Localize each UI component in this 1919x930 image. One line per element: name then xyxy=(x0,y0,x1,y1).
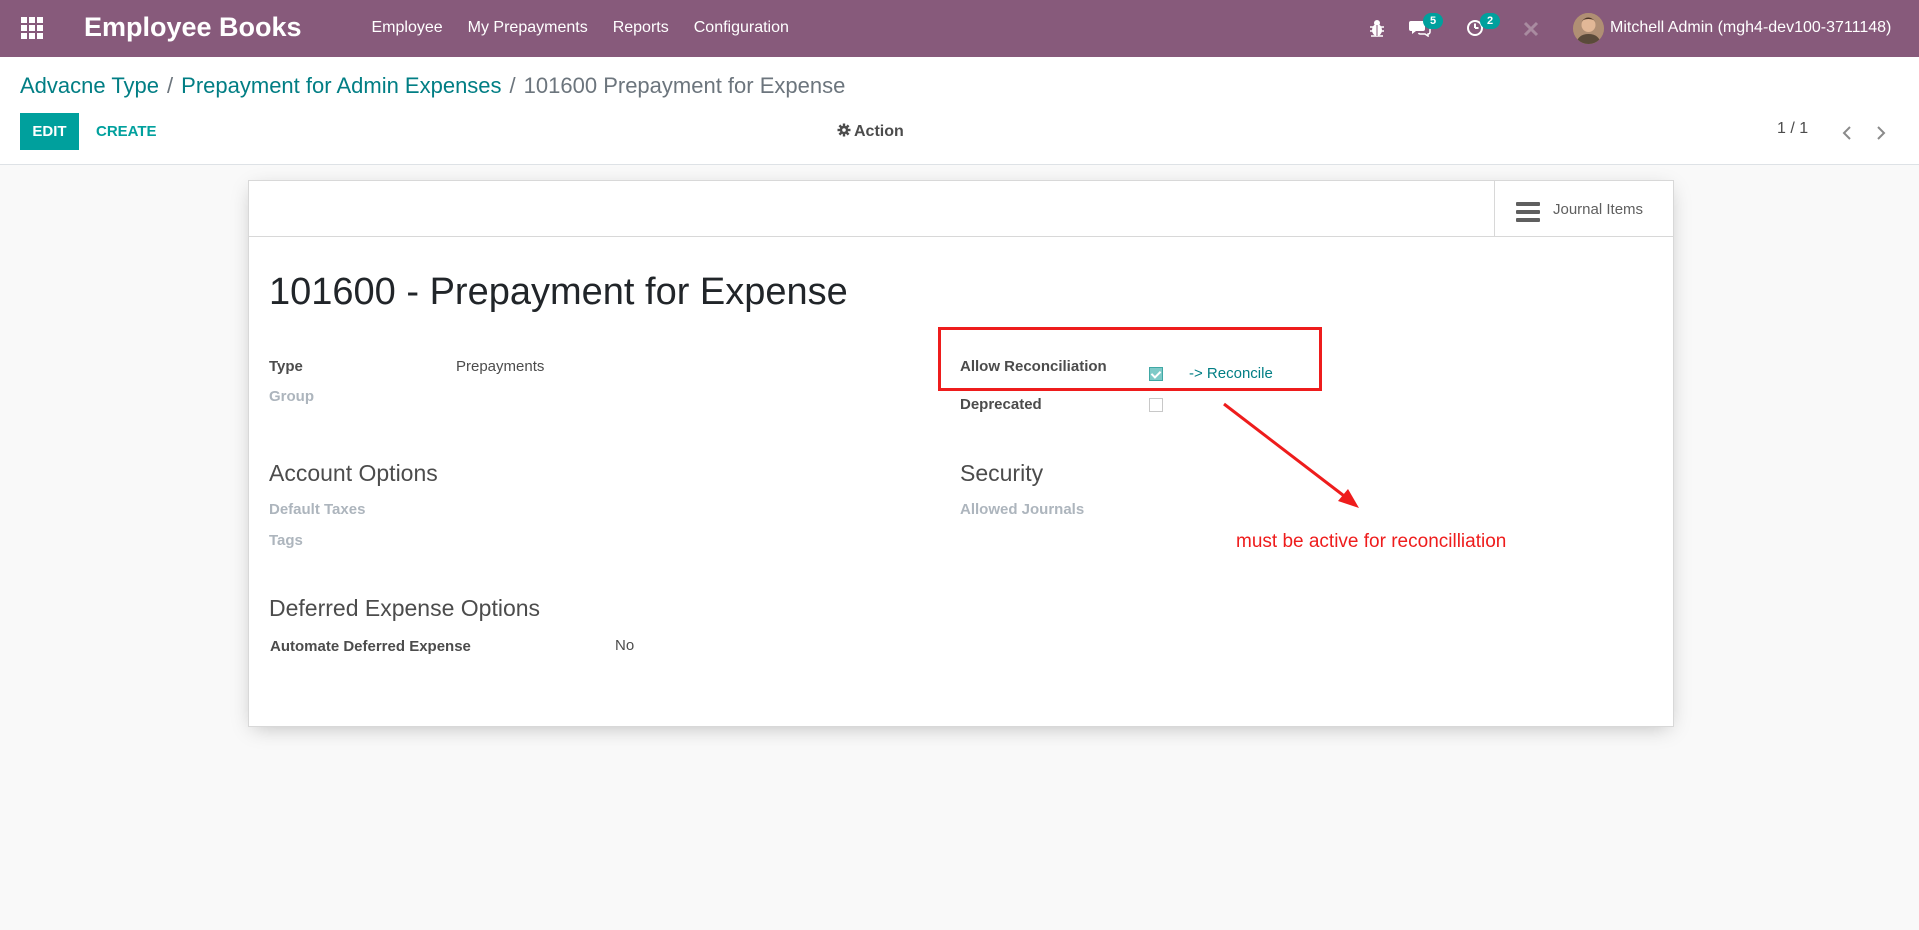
apps-grid-icon[interactable] xyxy=(21,17,43,39)
deprecated-label: Deprecated xyxy=(960,396,1042,413)
top-navbar: Employee Books Employee My Prepayments R… xyxy=(0,0,1919,57)
action-label: Action xyxy=(854,123,904,140)
form-sheet: Journal Items 101600 - Prepayment for Ex… xyxy=(248,180,1674,727)
journal-items-label: Journal Items xyxy=(1553,201,1644,218)
record-title: 101600 - Prepayment for Expense xyxy=(269,271,848,313)
control-panel: Advacne Type / Prepayment for Admin Expens… xyxy=(0,57,1919,165)
messages-badge: 5 xyxy=(1423,13,1443,29)
account-options-heading: Account Options xyxy=(269,460,438,486)
activities-badge: 2 xyxy=(1480,13,1500,29)
pager-previous-chevron-icon[interactable] xyxy=(1839,123,1855,143)
button-box: Journal Items xyxy=(249,181,1673,237)
highlight-box xyxy=(938,327,1322,391)
activities-clock-icon[interactable]: 2 xyxy=(1466,0,1500,57)
breadcrumb-current: 101600 Prepayment for Expense xyxy=(523,73,846,98)
gear-icon xyxy=(837,123,851,137)
menu-employee[interactable]: Employee xyxy=(359,0,455,57)
type-value: Prepayments xyxy=(456,358,545,375)
deferred-expense-heading: Deferred Expense Options xyxy=(269,595,541,621)
default-taxes-label: Default Taxes xyxy=(269,501,366,518)
breadcrumb-prepayment-admin-expenses[interactable]: Prepayment for Admin Expenses xyxy=(181,73,501,98)
allowed-journals-label: Allowed Journals xyxy=(960,501,1085,518)
annotation-note: must be active for reconcilliation xyxy=(1236,531,1507,552)
deprecated-checkbox[interactable] xyxy=(1149,398,1163,412)
create-button[interactable]: CREATE xyxy=(96,113,157,150)
automate-deferred-expense-label: Automate Deferred Expense xyxy=(270,638,471,655)
breadcrumb-advance-type[interactable]: Advacne Type xyxy=(20,73,159,98)
user-name: Mitchell Admin (mgh4-dev100-3711148) xyxy=(1610,19,1892,36)
menu-configuration[interactable]: Configuration xyxy=(681,0,801,57)
security-heading: Security xyxy=(960,460,1044,486)
tools-cross-icon[interactable] xyxy=(1523,0,1541,57)
user-avatar xyxy=(1573,12,1604,44)
type-label: Type xyxy=(269,358,303,375)
action-dropdown[interactable]: Action xyxy=(837,113,904,150)
main-menu: Employee My Prepayments Reports Configur… xyxy=(359,0,801,57)
journal-items-button[interactable]: Journal Items xyxy=(1494,181,1673,236)
breadcrumb: Advacne Type / Prepayment for Admin Expens… xyxy=(20,73,845,99)
tags-label: Tags xyxy=(269,532,303,549)
app-brand[interactable]: Employee Books xyxy=(84,12,302,43)
group-label: Group xyxy=(269,388,314,405)
menu-my-prepayments[interactable]: My Prepayments xyxy=(455,0,600,57)
pager-next-chevron-icon[interactable] xyxy=(1873,123,1889,143)
automate-deferred-expense-value: No xyxy=(615,637,635,654)
breadcrumb-separator: / xyxy=(509,73,516,98)
messages-icon[interactable]: 5 xyxy=(1409,0,1443,57)
annotation-arrow-icon xyxy=(1223,402,1359,508)
debug-bug-icon[interactable] xyxy=(1369,0,1387,57)
pager-value[interactable]: 1 / 1 xyxy=(1777,120,1808,138)
list-bars-icon xyxy=(1516,202,1540,222)
breadcrumb-separator: / xyxy=(167,73,174,98)
edit-button[interactable]: EDIT xyxy=(20,113,79,150)
user-menu[interactable]: Mitchell Admin (mgh4-dev100-3711148) xyxy=(1573,10,1891,46)
menu-reports[interactable]: Reports xyxy=(600,0,681,57)
